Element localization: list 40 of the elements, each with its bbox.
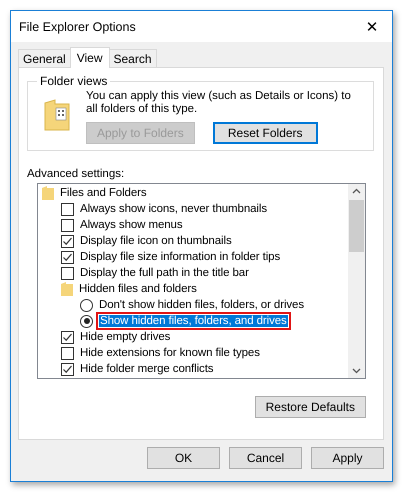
checkbox[interactable] [61, 250, 74, 264]
folder-icon [61, 282, 73, 296]
checkbox[interactable] [61, 346, 74, 360]
option-label: Display the full path in the title bar [80, 267, 249, 279]
option-label: Show hidden files, folders, and drives [99, 315, 288, 327]
tree-item[interactable]: Hidden files and folders [79, 283, 197, 295]
folder-icon [44, 99, 70, 131]
option-label: Display file icon on thumbnails [80, 235, 232, 247]
radio-button[interactable] [80, 298, 93, 312]
checkbox[interactable] [61, 266, 74, 280]
option-label: Don't show hidden files, folders, or drives [99, 299, 304, 311]
dialog-button[interactable]: Cancel [229, 447, 302, 469]
checkbox[interactable] [61, 202, 74, 216]
checkbox[interactable] [61, 234, 74, 248]
option-label: Always show menus [80, 219, 182, 231]
radio-button[interactable] [80, 314, 93, 328]
tab[interactable]: Search [108, 49, 157, 67]
dialog-button[interactable]: Apply [311, 447, 384, 469]
tab[interactable]: General [18, 49, 71, 67]
folder-button[interactable]: Reset Folders [212, 122, 318, 144]
group-title: Folder views [39, 74, 108, 88]
option-label: Always show icons, never thumbnails [80, 203, 267, 215]
restore-defaults-button[interactable]: Restore Defaults [254, 396, 366, 418]
scrollbar[interactable] [348, 184, 365, 378]
folder-icon [42, 186, 54, 200]
tab[interactable]: View [70, 47, 110, 68]
close-button[interactable]: ✕ [352, 11, 392, 42]
window-title: File Explorer Options [19, 20, 136, 34]
checkbox[interactable] [61, 330, 74, 344]
checkbox[interactable] [61, 218, 74, 232]
option-label: Hide empty drives [80, 331, 170, 343]
description-text: You can apply this view (such as Details or Icons) to all folders of this type. [86, 90, 352, 116]
tree-item[interactable]: Files and Folders [60, 187, 147, 199]
option-label: Hide extensions for known file types [80, 347, 260, 359]
option-label: Hide folder merge conflicts [80, 363, 214, 375]
section-label: Advanced settings: [27, 168, 126, 180]
checkbox[interactable] [61, 362, 74, 376]
dialog-button[interactable]: OK [147, 447, 220, 469]
option-label: Display file size information in folder tips [80, 251, 280, 263]
scroll-thumb[interactable] [349, 200, 364, 252]
